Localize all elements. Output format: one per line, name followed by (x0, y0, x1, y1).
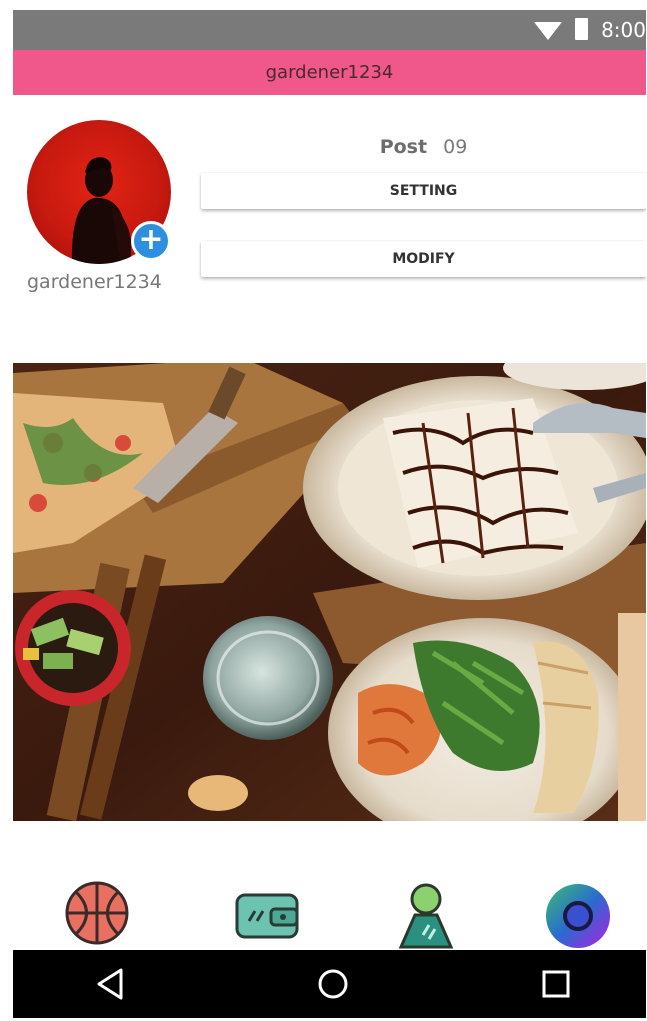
setting-button-label: SETTING (389, 183, 458, 199)
title-username: gardener1234 (265, 62, 394, 83)
food-photo-image (13, 363, 646, 821)
profile-header: + gardener1234 Post 09 SETTING MODIFY (13, 95, 646, 360)
bottom-nav (13, 861, 646, 951)
wallet-icon[interactable] (233, 881, 303, 951)
recents-icon[interactable] (536, 964, 576, 1004)
post-label: Post (379, 136, 428, 158)
home-icon[interactable] (313, 964, 353, 1004)
post-count: 09 (443, 136, 468, 158)
modify-button[interactable]: MODIFY (201, 241, 646, 277)
status-time: 8:00 (601, 18, 646, 42)
profile-username: gardener1234 (27, 271, 162, 293)
add-photo-icon[interactable]: + (131, 221, 171, 261)
camera-lens-icon[interactable] (543, 881, 613, 951)
wifi-icon (534, 22, 562, 40)
person-icon[interactable] (391, 881, 461, 951)
post-count-row: Post 09 (201, 136, 646, 158)
system-nav-bar (13, 950, 646, 1018)
title-bar: gardener1234 (13, 50, 646, 95)
post-photo[interactable] (13, 363, 646, 821)
modify-button-label: MODIFY (392, 251, 455, 267)
back-icon[interactable] (91, 964, 131, 1004)
setting-button[interactable]: SETTING (201, 173, 646, 209)
app-screen: 8:00 gardener1234 + gardener1234 Post 09… (13, 10, 646, 1018)
basketball-icon[interactable] (65, 881, 135, 951)
status-bar: 8:00 (13, 10, 646, 50)
battery-icon (575, 18, 588, 40)
